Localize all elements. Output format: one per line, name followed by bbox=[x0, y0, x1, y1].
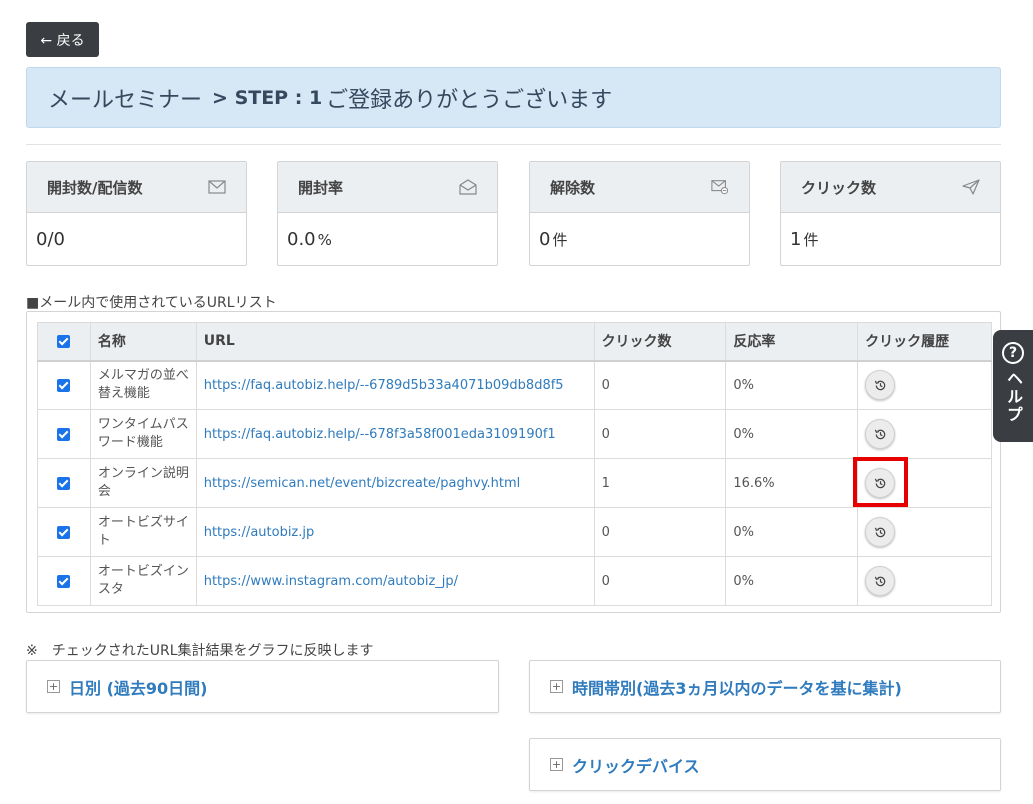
row-url[interactable]: https://faq.autobiz.help/--678f3a58f001e… bbox=[195, 409, 595, 459]
page-title: メールセミナー > STEP : 1 ご登録ありがとうございます bbox=[26, 67, 1001, 128]
row-url[interactable]: https://www.instagram.com/autobiz_jp/ bbox=[195, 556, 595, 606]
col-name: 名称 bbox=[89, 322, 197, 362]
title-step: > STEP : 1 bbox=[212, 86, 323, 109]
row-clicks: 0 bbox=[593, 409, 727, 459]
row-name: ワンタイムパスワード機能 bbox=[89, 409, 197, 459]
row-name: オートビズサイト bbox=[89, 507, 197, 557]
history-icon bbox=[874, 380, 885, 390]
row-name: メルマガの並べ替え機能 bbox=[89, 360, 197, 410]
help-icon: ? bbox=[1002, 342, 1024, 364]
mail-icon bbox=[208, 180, 226, 194]
col-url: URL bbox=[195, 322, 595, 362]
title-prefix: メールセミナー bbox=[48, 87, 203, 113]
row-url[interactable]: https://faq.autobiz.help/--6789d5b33a407… bbox=[195, 360, 595, 410]
panel-device[interactable]: + クリックデバイス bbox=[529, 738, 1001, 791]
panel-daily-label: 日別 (過去90日間) bbox=[69, 678, 208, 698]
row-clicks: 0 bbox=[593, 556, 727, 606]
row-clicks: 0 bbox=[593, 360, 727, 410]
history-icon bbox=[874, 478, 885, 488]
row-rate: 0% bbox=[725, 360, 859, 410]
table-header-row: 名称 URL クリック数 反応率 クリック履歴 bbox=[37, 322, 992, 362]
url-table: 名称 URL クリック数 反応率 クリック履歴 メルマガの並べ替え機能 http… bbox=[37, 322, 992, 606]
row-url[interactable]: https://semican.net/event/bizcreate/pagh… bbox=[195, 458, 595, 508]
title-subject: ご登録ありがとうございます bbox=[326, 87, 613, 113]
stat-value: 1 bbox=[790, 229, 802, 250]
table-row: オンライン説明会 https://semican.net/event/bizcr… bbox=[37, 458, 992, 508]
back-button[interactable]: ← 戻る bbox=[26, 22, 99, 57]
mail-minus-icon bbox=[711, 180, 729, 195]
stat-label: 開封数/配信数 bbox=[47, 178, 143, 197]
send-icon bbox=[962, 179, 980, 195]
row-rate: 0% bbox=[725, 507, 859, 557]
row-name: オートビズインスタ bbox=[89, 556, 197, 606]
table-row: メルマガの並べ替え機能 https://faq.autobiz.help/--6… bbox=[37, 360, 992, 410]
row-checkbox[interactable] bbox=[57, 574, 71, 588]
col-history: クリック履歴 bbox=[857, 322, 992, 362]
history-button[interactable] bbox=[865, 370, 896, 401]
table-row: オートビズサイト https://autobiz.jp 0 0% bbox=[37, 507, 992, 557]
row-rate: 0% bbox=[725, 409, 859, 459]
row-rate: 16.6% bbox=[725, 458, 859, 508]
select-all-checkbox[interactable] bbox=[57, 334, 71, 348]
stat-value: 0 bbox=[539, 229, 551, 250]
history-icon bbox=[874, 429, 885, 439]
url-list-label: ■メール内で使用されているURLリスト bbox=[26, 295, 277, 311]
history-button[interactable] bbox=[865, 566, 896, 596]
help-tab[interactable]: ? ヘルプ bbox=[993, 330, 1033, 442]
history-icon bbox=[874, 576, 885, 586]
divider bbox=[26, 144, 1001, 145]
panel-hourly[interactable]: + 時間帯別(過去3ヵ月以内のデータを基に集計) bbox=[529, 660, 1001, 713]
row-rate: 0% bbox=[725, 556, 859, 606]
url-table-container: 名称 URL クリック数 反応率 クリック履歴 メルマガの並べ替え機能 http… bbox=[26, 311, 1001, 613]
table-row: ワンタイムパスワード機能 https://faq.autobiz.help/--… bbox=[37, 409, 992, 459]
row-clicks: 1 bbox=[593, 458, 727, 508]
panel-device-label: クリックデバイス bbox=[572, 756, 700, 776]
row-clicks: 0 bbox=[593, 507, 727, 557]
history-icon bbox=[874, 527, 885, 537]
panel-daily[interactable]: + 日別 (過去90日間) bbox=[26, 660, 499, 713]
row-checkbox[interactable] bbox=[57, 476, 71, 490]
history-button[interactable] bbox=[865, 419, 896, 449]
panel-hourly-label: 時間帯別(過去3ヵ月以内のデータを基に集計) bbox=[572, 678, 902, 698]
col-rate: 反応率 bbox=[725, 322, 859, 362]
graph-note: ※ チェックされたURL集計結果をグラフに反映します bbox=[26, 643, 374, 659]
row-checkbox[interactable] bbox=[57, 525, 71, 539]
help-label: ヘルプ bbox=[1004, 370, 1023, 424]
mail-open-icon bbox=[459, 179, 477, 195]
select-all-checkbox-cell[interactable] bbox=[37, 322, 91, 362]
col-clicks: クリック数 bbox=[593, 322, 727, 362]
stat-card-clicks: クリック数 1 件 bbox=[780, 161, 1001, 266]
stat-label: 開封率 bbox=[298, 178, 344, 197]
table-row: オートビズインスタ https://www.instagram.com/auto… bbox=[37, 556, 992, 606]
expand-icon: + bbox=[550, 758, 563, 771]
row-url[interactable]: https://autobiz.jp bbox=[195, 507, 595, 557]
stat-label: 解除数 bbox=[550, 178, 596, 197]
row-checkbox[interactable] bbox=[57, 378, 71, 392]
expand-icon: + bbox=[47, 680, 60, 693]
history-button[interactable] bbox=[865, 517, 896, 547]
stat-card-open-delivered: 開封数/配信数 0/0 bbox=[26, 161, 247, 266]
expand-icon: + bbox=[550, 680, 563, 693]
stat-card-unsubscribe: 解除数 0件 bbox=[529, 161, 750, 266]
row-name: オンライン説明会 bbox=[89, 458, 197, 508]
stat-card-open-rate: 開封率 0.0% bbox=[277, 161, 498, 266]
stat-value: 0.0 bbox=[287, 229, 316, 250]
stat-value: 0/0 bbox=[36, 229, 65, 250]
stat-label: クリック数 bbox=[801, 178, 877, 197]
row-checkbox[interactable] bbox=[57, 427, 71, 441]
history-button[interactable] bbox=[865, 468, 896, 498]
